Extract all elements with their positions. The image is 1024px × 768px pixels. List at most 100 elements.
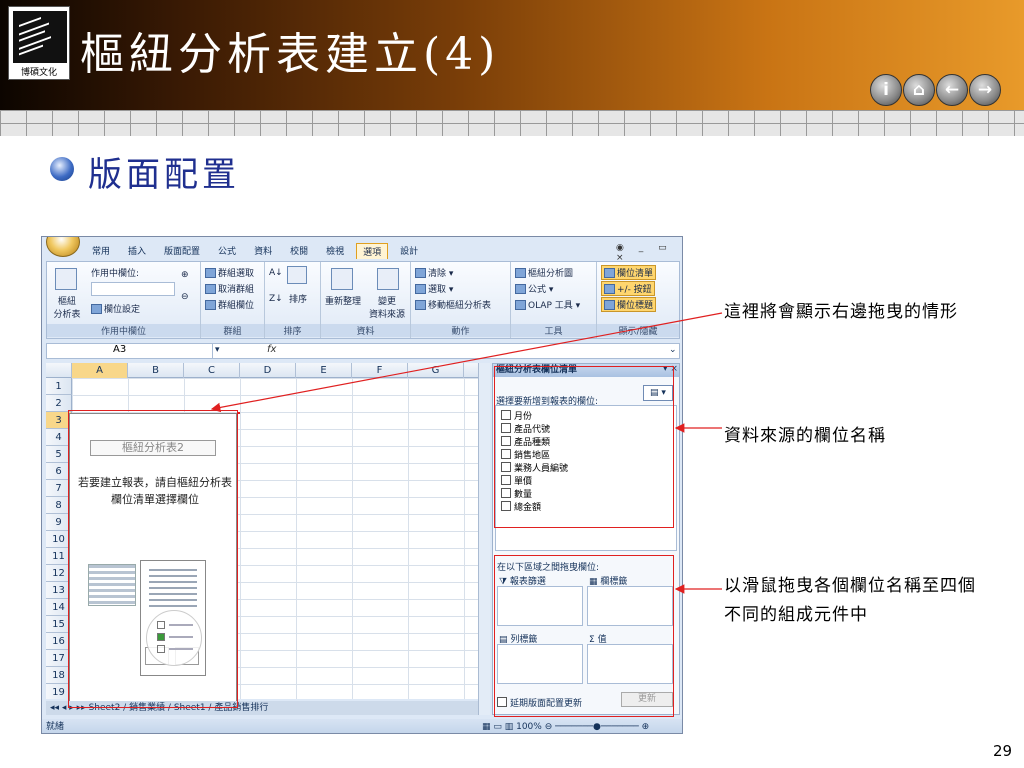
- move-pivot-button[interactable]: 移動樞紐分析表: [415, 298, 491, 311]
- change-source-icon: [377, 268, 399, 290]
- plus-minus-button[interactable]: +/- 按鈕: [601, 281, 655, 296]
- slide-title: 樞紐分析表建立(4): [80, 29, 501, 80]
- group-label: 排序: [265, 324, 320, 337]
- ungroup-label: 取消群組: [218, 285, 255, 295]
- ribbon: 樞紐 分析表 作用中欄位: 欄位設定 ⊕ ⊖ 作用中欄位 群組選取 取消群組 群…: [46, 261, 680, 339]
- zoom-control: ▦ ▭ ▥ 100% ⊖ ───────●─────── ⊕: [482, 719, 650, 733]
- clear-icon: [415, 268, 426, 278]
- group-field-button[interactable]: 群組欄位: [205, 298, 254, 311]
- name-box-dropdown-icon[interactable]: ▾: [215, 345, 220, 355]
- expand-formula-icon[interactable]: ⌄: [669, 345, 677, 355]
- group-data: 重新整理 變更 資料來源 資料: [321, 262, 411, 338]
- back-arrow-icon[interactable]: ←: [936, 74, 968, 106]
- move-pivot-label: 移動樞紐分析表: [428, 301, 492, 311]
- field-list-label: 欄位清單: [617, 269, 654, 279]
- name-box[interactable]: A3: [47, 344, 213, 358]
- zoom-slider[interactable]: ⊖ ───────●─────── ⊕: [545, 722, 650, 732]
- group-field-icon: [205, 300, 216, 310]
- chart-icon: [515, 268, 526, 278]
- field-list-icon: [604, 268, 615, 278]
- column-header[interactable]: F: [352, 363, 408, 378]
- view-icons[interactable]: ▦ ▭ ▥: [482, 722, 516, 732]
- group-selection-label: 群組選取: [218, 269, 255, 279]
- clear-label: 清除: [428, 269, 447, 279]
- column-header[interactable]: G: [408, 363, 464, 378]
- column-header[interactable]: D: [240, 363, 296, 378]
- group-selection-button[interactable]: 群組選取: [205, 266, 254, 279]
- field-list-button[interactable]: 欄位清單: [601, 265, 657, 280]
- active-field-input[interactable]: [91, 282, 175, 296]
- group-show-hide: 欄位清單 +/- 按鈕 欄位標題 顯示/隱藏: [597, 262, 679, 338]
- clear-button[interactable]: 清除 ▾: [415, 266, 453, 279]
- field-list-highlight: [494, 366, 674, 528]
- group-icon: [205, 268, 216, 278]
- forward-arrow-icon[interactable]: →: [969, 74, 1001, 106]
- decorative-grid-band: [0, 110, 1024, 136]
- change-source-button[interactable]: 變更 資料來源: [369, 294, 405, 320]
- zoom-level: 100%: [516, 722, 542, 732]
- group-active-field: 樞紐 分析表 作用中欄位: 欄位設定 ⊕ ⊖ 作用中欄位: [47, 262, 201, 338]
- pivot-area-highlight: [68, 410, 238, 708]
- pivot-chart-button[interactable]: 樞紐分析圖: [515, 266, 573, 279]
- fx-icon[interactable]: fx: [267, 344, 276, 355]
- refresh-icon: [331, 268, 353, 290]
- formulas-button[interactable]: 公式 ▾: [515, 282, 553, 295]
- marker: [238, 412, 240, 414]
- tab-design[interactable]: 設計: [394, 243, 424, 259]
- group-tools: 樞紐分析圖 公式 ▾ OLAP 工具 ▾ 工具: [511, 262, 597, 338]
- group-label: 作用中欄位: [47, 324, 200, 337]
- sort-button[interactable]: 排序: [289, 292, 307, 305]
- field-settings-button[interactable]: 欄位設定: [91, 302, 140, 315]
- vertical-scrollbar[interactable]: [478, 363, 490, 715]
- group-label: 顯示/隱藏: [597, 324, 679, 337]
- publisher-logo: 博碩文化: [8, 6, 70, 80]
- ungroup-icon: [205, 284, 216, 294]
- tab-review[interactable]: 校閱: [284, 243, 314, 259]
- column-header[interactable]: B: [128, 363, 184, 378]
- column-header[interactable]: C: [184, 363, 240, 378]
- group-label: 資料: [321, 324, 410, 337]
- info-icon[interactable]: i: [870, 74, 902, 106]
- column-header[interactable]: E: [296, 363, 352, 378]
- collapse-field-icon[interactable]: ⊖: [181, 292, 189, 302]
- column-headers: A B C D E F G: [46, 363, 478, 378]
- tab-view[interactable]: 檢視: [320, 243, 350, 259]
- select-all-corner[interactable]: [46, 363, 72, 378]
- sort-ascending-icon[interactable]: A↓: [269, 268, 283, 278]
- office-button-icon[interactable]: [46, 237, 80, 257]
- refresh-button[interactable]: 重新整理: [325, 294, 361, 307]
- tab-page-layout[interactable]: 版面配置: [158, 243, 206, 259]
- field-headers-button[interactable]: 欄位標題: [601, 297, 657, 312]
- plus-minus-label: +/- 按鈕: [617, 285, 652, 295]
- tab-formulas[interactable]: 公式: [212, 243, 242, 259]
- sort-dialog-icon[interactable]: [287, 266, 307, 284]
- group-field-label: 群組欄位: [218, 301, 255, 311]
- field-settings-icon: [91, 304, 102, 314]
- bullet-text: 版面配置: [88, 155, 240, 195]
- group-label: 動作: [411, 324, 510, 337]
- tab-insert[interactable]: 插入: [122, 243, 152, 259]
- expand-field-icon[interactable]: ⊕: [181, 270, 189, 280]
- ungroup-button[interactable]: 取消群組: [205, 282, 254, 295]
- field-headers-icon: [604, 300, 615, 310]
- tab-home[interactable]: 常用: [86, 243, 116, 259]
- active-field-label: 作用中欄位:: [91, 269, 140, 279]
- select-button[interactable]: 選取 ▾: [415, 282, 453, 295]
- status-bar: 就緒 ▦ ▭ ▥ 100% ⊖ ───────●─────── ⊕: [42, 719, 682, 733]
- olap-tools-button[interactable]: OLAP 工具 ▾: [515, 298, 580, 311]
- move-icon: [415, 300, 426, 310]
- group-actions: 清除 ▾ 選取 ▾ 移動樞紐分析表 動作: [411, 262, 511, 338]
- annotation-drag-fields: 以滑鼠拖曳各個欄位名稱至四個不同的組成元件中: [724, 576, 976, 625]
- pivot-table-button[interactable]: 樞紐 分析表: [49, 294, 85, 320]
- window-controls[interactable]: ◉ _ ▭ ×: [616, 243, 682, 263]
- field-headers-label: 欄位標題: [617, 301, 654, 311]
- sort-descending-icon[interactable]: Z↓: [269, 294, 283, 304]
- tab-data[interactable]: 資料: [248, 243, 278, 259]
- home-icon[interactable]: ⌂: [903, 74, 935, 106]
- column-header[interactable]: A: [72, 363, 128, 378]
- formulas-label: 公式: [528, 285, 547, 295]
- group-label: 工具: [511, 324, 596, 337]
- row-header[interactable]: 1: [46, 378, 72, 395]
- pivot-table-icon: [55, 268, 77, 290]
- tab-options[interactable]: 選項: [356, 243, 389, 259]
